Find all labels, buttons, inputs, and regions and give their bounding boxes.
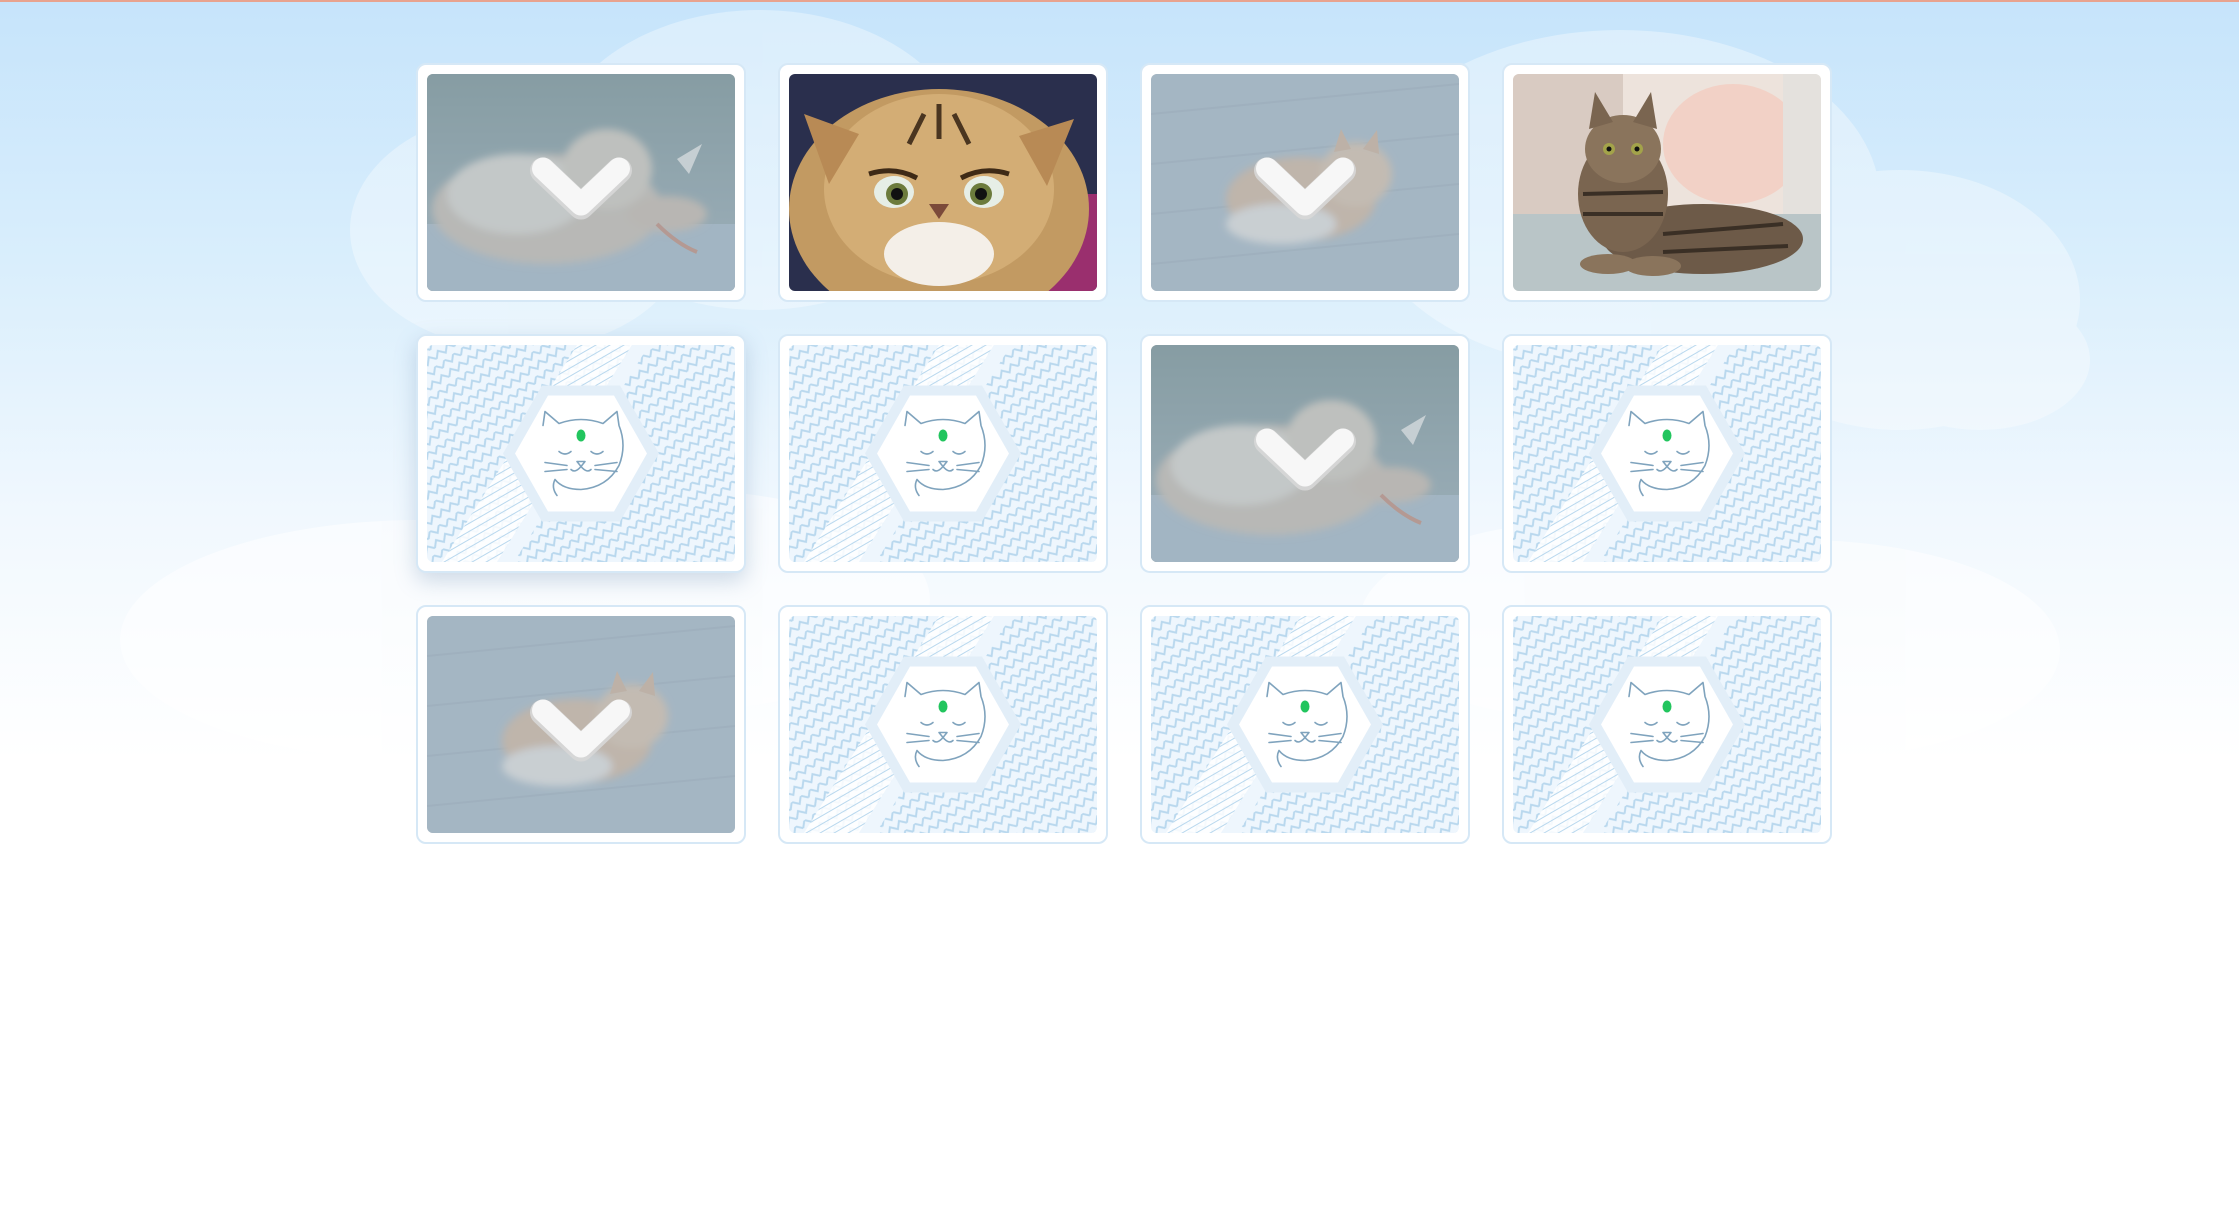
memory-card-matched[interactable] — [1140, 63, 1470, 302]
memory-card-face-down[interactable] — [416, 334, 746, 573]
card-back — [1513, 616, 1821, 833]
card-image — [427, 74, 735, 291]
card-image — [1513, 74, 1821, 291]
orange-cat-lying-photo — [1151, 74, 1459, 291]
memory-card-face-down[interactable] — [778, 605, 1108, 844]
card-back-pattern — [789, 616, 1097, 833]
memory-card-revealed[interactable] — [1502, 63, 1832, 302]
card-back-pattern — [1513, 345, 1821, 562]
memory-card-revealed[interactable] — [778, 63, 1108, 302]
memory-board — [416, 63, 1832, 844]
memory-card-face-down[interactable] — [1502, 334, 1832, 573]
orange-cat-lying-photo — [427, 616, 735, 833]
fluffy-cat-curled-photo — [427, 74, 735, 291]
card-image — [1151, 345, 1459, 562]
tabby-cat-on-sofa-photo — [1513, 74, 1821, 291]
memory-card-matched[interactable] — [416, 605, 746, 844]
memory-card-matched[interactable] — [416, 63, 746, 302]
card-back — [789, 345, 1097, 562]
card-image — [427, 616, 735, 833]
card-back-pattern — [789, 345, 1097, 562]
card-back — [1151, 616, 1459, 833]
card-back-pattern — [1151, 616, 1459, 833]
card-image — [789, 74, 1097, 291]
top-accent-line — [0, 0, 2239, 2]
card-back — [1513, 345, 1821, 562]
card-back-pattern — [1513, 616, 1821, 833]
memory-card-face-down[interactable] — [1140, 605, 1470, 844]
card-back-pattern — [427, 345, 735, 562]
card-back — [789, 616, 1097, 833]
memory-card-face-down[interactable] — [778, 334, 1108, 573]
card-back — [427, 345, 735, 562]
memory-card-face-down[interactable] — [1502, 605, 1832, 844]
memory-card-matched[interactable] — [1140, 334, 1470, 573]
card-image — [1151, 74, 1459, 291]
persian-cat-face-photo — [789, 74, 1097, 291]
fluffy-cat-curled-photo — [1151, 345, 1459, 562]
